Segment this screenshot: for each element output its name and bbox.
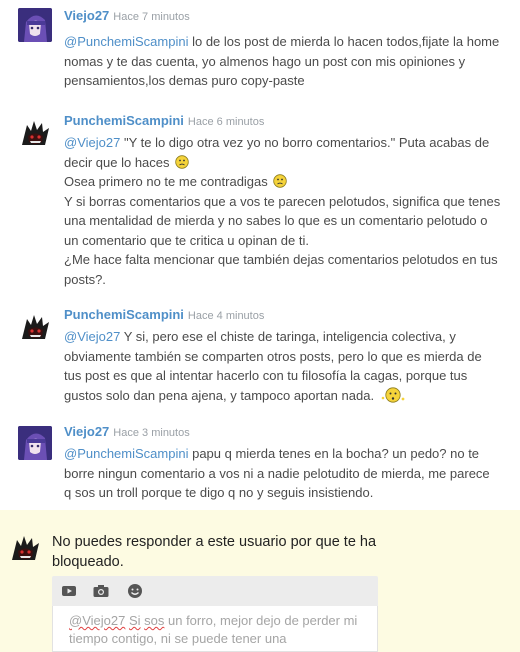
- blocked-message: No puedes responder a este usuario por q…: [52, 534, 377, 570]
- video-icon[interactable]: [60, 582, 78, 600]
- current-user-avatar: [8, 530, 42, 564]
- timestamp: Hace 4 minutos: [187, 310, 265, 322]
- blocked-reply-panel: No puedes responder a este usuario por q…: [0, 510, 520, 652]
- comment-text: @PunchemiScampini papu q mierda tenes en…: [64, 446, 490, 500]
- avatar-punchemiscampini[interactable]: [18, 115, 52, 149]
- sad-face-icon: [175, 154, 189, 169]
- comment-header: PunchemiScampini Hace 4 minutos: [64, 307, 264, 322]
- mention-link[interactable]: @Viejo27: [64, 329, 120, 344]
- avatar-viejo27[interactable]: [18, 426, 52, 460]
- timestamp: Hace 6 minutos: [187, 116, 265, 128]
- username-link[interactable]: Viejo27: [64, 8, 109, 23]
- comment-text: @Viejo27 Y si, pero ese el chiste de tar…: [64, 329, 482, 403]
- avatar-viejo27[interactable]: [18, 8, 52, 42]
- comment-text: @PunchemiScampini lo de los post de mier…: [64, 34, 500, 88]
- comment-header: Viejo27 Hace 3 minutos: [64, 424, 190, 439]
- reply-toolbar: [52, 576, 378, 606]
- camera-icon[interactable]: [92, 582, 110, 600]
- timestamp: Hace 7 minutos: [113, 11, 190, 23]
- comment-text: @Viejo27 "Y te lo digo otra vez yo no bo…: [64, 135, 501, 287]
- sad-face-icon: [273, 174, 288, 188]
- whistling-face-icon: [381, 386, 405, 403]
- avatar-punchemiscampini[interactable]: [18, 309, 52, 343]
- username-link[interactable]: Viejo27: [64, 424, 109, 439]
- username-link[interactable]: PunchemiScampini: [64, 113, 184, 128]
- comment-header: Viejo27 Hace 7 minutos: [64, 8, 190, 23]
- mention-link[interactable]: @PunchemiScampini: [64, 34, 188, 49]
- mention-link[interactable]: @Viejo27: [64, 135, 120, 150]
- timestamp: Hace 3 minutos: [113, 427, 190, 439]
- comment-header: PunchemiScampini Hace 6 minutos: [64, 113, 264, 128]
- mention-link[interactable]: @PunchemiScampini: [64, 446, 188, 461]
- emoji-icon[interactable]: [126, 582, 144, 600]
- reply-textarea[interactable]: @Viejo27 Si sos un forro, mejor dejo de …: [52, 606, 378, 652]
- username-link[interactable]: PunchemiScampini: [64, 307, 184, 322]
